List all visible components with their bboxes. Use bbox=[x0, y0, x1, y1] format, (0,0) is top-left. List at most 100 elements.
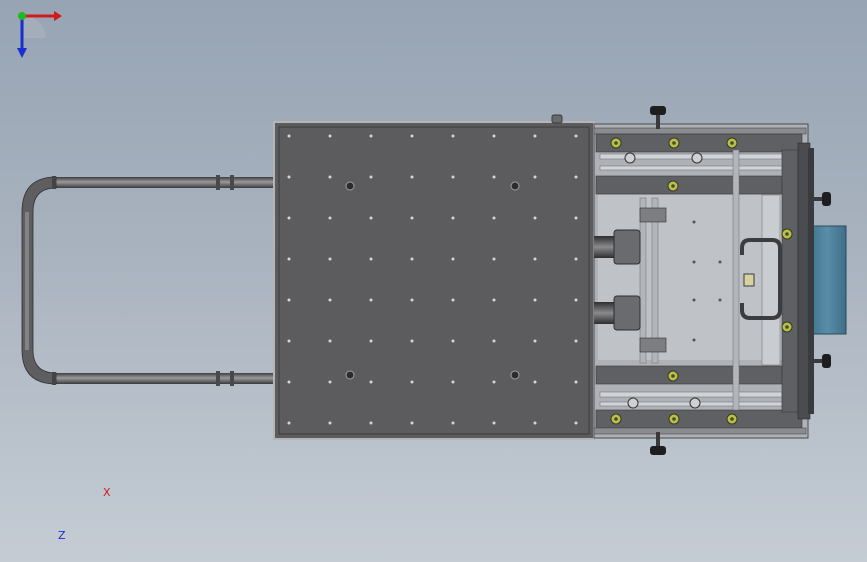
z-axis-label: Z bbox=[58, 529, 66, 542]
frame-rail bbox=[599, 391, 783, 398]
plate-hole bbox=[328, 339, 332, 343]
main-plate[interactable] bbox=[273, 114, 595, 440]
plate-hole bbox=[533, 380, 537, 384]
plate-hole bbox=[287, 134, 291, 138]
frame-assembly[interactable] bbox=[593, 106, 847, 455]
plate-hole bbox=[369, 339, 373, 343]
plate-hole bbox=[328, 298, 332, 302]
handle-assembly[interactable] bbox=[21, 175, 276, 386]
plate-screw bbox=[510, 181, 520, 191]
plate-hole bbox=[369, 134, 373, 138]
plate-hole bbox=[574, 257, 578, 261]
plate-hole bbox=[451, 380, 455, 384]
plate-hole bbox=[533, 298, 537, 302]
plate-hole bbox=[492, 421, 496, 425]
plate-hole bbox=[410, 257, 414, 261]
screw-center bbox=[730, 141, 734, 145]
plate-hole bbox=[574, 339, 578, 343]
plate-hole bbox=[287, 216, 291, 220]
plate-hole bbox=[287, 298, 291, 302]
frame-rail bbox=[593, 127, 807, 135]
plate-hole bbox=[492, 257, 496, 261]
handle-joint bbox=[52, 176, 56, 189]
plate-hole bbox=[410, 421, 414, 425]
plate-hole bbox=[492, 298, 496, 302]
screw-center bbox=[671, 184, 675, 188]
screw-center bbox=[614, 141, 618, 145]
cad-model[interactable] bbox=[0, 0, 867, 562]
handle-ring bbox=[216, 175, 220, 190]
axis-triad bbox=[17, 11, 62, 58]
plate-hole bbox=[287, 175, 291, 179]
cad-viewport[interactable]: X Z bbox=[0, 0, 867, 562]
plate-hole bbox=[451, 339, 455, 343]
plate-hole bbox=[451, 175, 455, 179]
screw-center bbox=[730, 417, 734, 421]
plate-hole bbox=[451, 257, 455, 261]
plate-hole bbox=[328, 257, 332, 261]
plate-hole bbox=[369, 257, 373, 261]
plate-hole bbox=[492, 216, 496, 220]
bracket bbox=[639, 337, 667, 353]
frame-rail bbox=[599, 165, 783, 171]
plate-hole bbox=[287, 257, 291, 261]
frame-window bbox=[598, 195, 783, 360]
frame-hole bbox=[692, 298, 696, 302]
plate-hole bbox=[533, 175, 537, 179]
plate-hole bbox=[287, 380, 291, 384]
plate-hole bbox=[451, 134, 455, 138]
plate-hole bbox=[533, 257, 537, 261]
plate-hole bbox=[369, 421, 373, 425]
plate-hole bbox=[492, 175, 496, 179]
plate-hole bbox=[492, 134, 496, 138]
plate-hole bbox=[574, 216, 578, 220]
frame-post bbox=[732, 149, 740, 411]
plate-hole bbox=[287, 339, 291, 343]
y-axis-dot bbox=[18, 12, 26, 20]
handle-joint bbox=[52, 372, 56, 385]
plate-hole bbox=[574, 134, 578, 138]
screw-center bbox=[672, 417, 676, 421]
plate-knob bbox=[551, 114, 563, 124]
plate-screw bbox=[345, 181, 355, 191]
cylinder-clamp bbox=[613, 229, 641, 265]
handle-ring bbox=[216, 371, 220, 386]
frame-lower-bar bbox=[595, 365, 783, 385]
handle-highlight bbox=[25, 212, 29, 350]
plate-hole bbox=[533, 421, 537, 425]
plate-hole bbox=[328, 134, 332, 138]
plate-hole bbox=[410, 298, 414, 302]
frame-rail bbox=[593, 427, 807, 435]
frame-hole bbox=[718, 298, 722, 302]
plate-hole bbox=[574, 421, 578, 425]
plate-hole bbox=[574, 380, 578, 384]
screw-center bbox=[672, 141, 676, 145]
plate-hole bbox=[287, 421, 291, 425]
frame-hole bbox=[692, 338, 696, 342]
frame-hole bbox=[718, 260, 722, 264]
roller bbox=[689, 397, 701, 409]
screw-center bbox=[785, 325, 789, 329]
frame-upper-bar bbox=[595, 175, 783, 195]
roller bbox=[691, 152, 703, 164]
plate-hole bbox=[410, 339, 414, 343]
x-axis-label: X bbox=[103, 486, 111, 499]
plate-hole bbox=[410, 380, 414, 384]
bracket bbox=[639, 207, 667, 223]
plate-screw bbox=[510, 370, 520, 380]
plate-surface bbox=[273, 121, 595, 440]
screw-center bbox=[671, 374, 675, 378]
frame-side-rail bbox=[761, 194, 781, 366]
frame-bottom-bar bbox=[595, 409, 803, 429]
plate-hole bbox=[328, 175, 332, 179]
frame-hole bbox=[692, 260, 696, 264]
handle-ring bbox=[230, 175, 234, 190]
latch bbox=[743, 273, 755, 287]
plate-hole bbox=[451, 421, 455, 425]
roller bbox=[624, 152, 636, 164]
plate-hole bbox=[369, 216, 373, 220]
plate-hole bbox=[574, 298, 578, 302]
screw-center bbox=[614, 417, 618, 421]
plate-hole bbox=[451, 298, 455, 302]
cylinder-clamp bbox=[613, 295, 641, 331]
